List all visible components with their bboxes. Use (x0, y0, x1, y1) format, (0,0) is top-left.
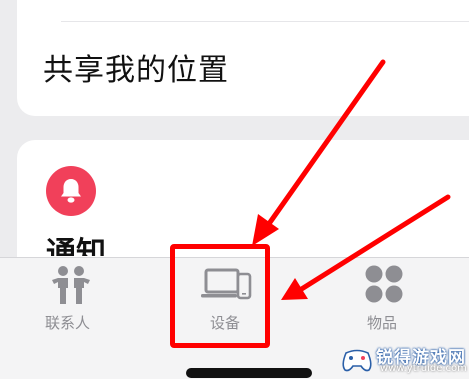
annotation-arrows (252, 59, 451, 300)
gamepad-logo-icon (342, 349, 372, 372)
arrow-line-lower (297, 194, 451, 293)
watermark-url: www.ytruide.com (380, 363, 467, 374)
arrow-line-upper (263, 59, 386, 231)
watermark: 锐得游戏网 www.ytruide.com (336, 341, 469, 378)
